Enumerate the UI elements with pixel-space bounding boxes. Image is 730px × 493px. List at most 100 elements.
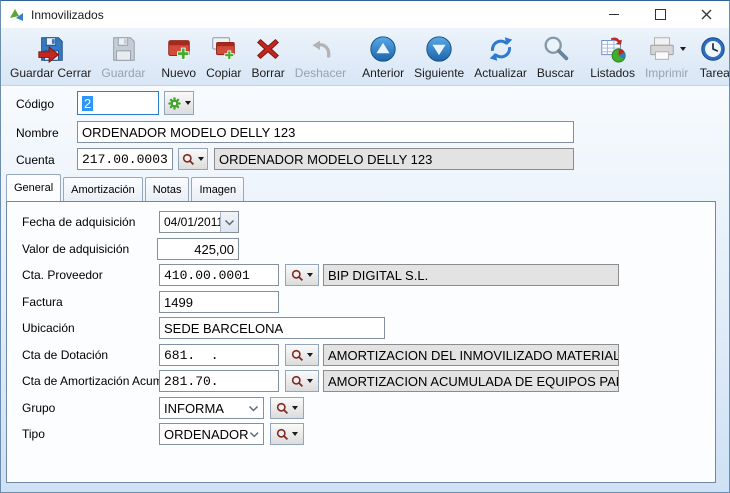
clock-icon [698,34,728,64]
dotacion-description: AMORTIZACION DEL INMOVILIZADO MATERIAL [323,344,619,366]
tab-general[interactable]: General [6,174,61,201]
close-button[interactable] [683,1,729,28]
tab-imagen[interactable]: Imagen [191,177,244,201]
general-tab-panel: Fecha de adquisición 04/01/2011 Valor de… [6,201,716,483]
chevron-down-icon [248,405,259,412]
factura-input[interactable]: 1499 [159,291,279,313]
dotacion-input[interactable]: 681. . [159,344,279,366]
maximize-button[interactable] [637,1,683,28]
amortizacion-lookup-button[interactable] [285,370,319,392]
next-button[interactable]: Siguiente [409,30,469,85]
magnifier-icon [291,269,304,282]
gear-icon [167,96,182,111]
proveedor-lookup-caret-icon [307,273,313,277]
tipo-lookup-caret-icon [292,432,298,436]
undo-icon [305,34,335,64]
reports-button[interactable]: Listados [585,30,640,85]
dotacion-label: Cta de Dotación [22,348,108,362]
toolbar-label: Actualizar [474,66,527,80]
refresh-icon [486,34,516,64]
ubicacion-input[interactable]: SEDE BARCELONA [159,317,385,339]
tipo-lookup-button[interactable] [270,423,304,445]
valor-input[interactable]: 425,00 [157,238,239,260]
search-button[interactable]: Buscar [532,30,579,85]
refresh-button[interactable]: Actualizar [469,30,532,85]
tasks-button[interactable]: Tareas [693,30,730,85]
toolbar-label: Listados [590,66,635,80]
codigo-input[interactable]: 2 [77,91,159,115]
tab-amortizacion[interactable]: Amortización [63,177,143,201]
undo-button[interactable]: Deshacer [290,30,351,85]
fecha-dropdown-button[interactable] [220,212,238,232]
save-icon [108,34,138,64]
magnifier-icon [276,428,289,441]
toolbar-label: Guardar Cerrar [10,66,91,80]
print-button[interactable]: Imprimir [640,30,693,85]
toolbar-label: Borrar [251,66,284,80]
toolbar-label: Tareas [700,66,730,80]
amortizacion-input[interactable]: 281.70. [159,370,279,392]
grupo-label: Grupo [22,401,55,415]
dotacion-lookup-button[interactable] [285,344,319,366]
proveedor-input[interactable]: 410.00.0001 [159,264,279,286]
magnifier-icon [182,153,195,166]
save-close-button[interactable]: Guardar Cerrar [5,30,96,85]
tipo-label: Tipo [22,427,45,441]
window-controls [591,1,729,28]
delete-x-icon [253,34,283,64]
amortizacion-label: Cta de Amortización Acum. [22,374,166,388]
delete-button[interactable]: Borrar [246,30,289,85]
toolbar-label: Nuevo [161,66,196,80]
main-toolbar: Guardar Cerrar Guardar Nuevo [1,28,729,86]
cuenta-description: ORDENADOR MODELO DELLY 123 [214,148,574,170]
tipo-value: ORDENADOR [164,427,249,442]
minimize-icon [609,14,619,15]
next-icon [424,34,454,64]
cuenta-lookup-button[interactable] [178,148,208,170]
grupo-combobox[interactable]: INFORMA [159,397,264,419]
grupo-lookup-button[interactable] [270,397,304,419]
chevron-down-icon [249,431,259,438]
valor-label: Valor de adquisición [22,242,129,256]
nombre-label: Nombre [16,126,59,140]
save-button[interactable]: Guardar [96,30,150,85]
grupo-value: INFORMA [164,401,224,416]
print-dropdown-caret-icon[interactable] [680,47,686,51]
minimize-button[interactable] [591,1,637,28]
copy-button[interactable]: Copiar [201,30,246,85]
content-area: Código 2 Nombre ORDENADOR MODELO DELLY 1… [1,86,729,492]
cuenta-label: Cuenta [16,153,55,167]
factura-label: Factura [22,295,63,309]
dotacion-lookup-caret-icon [307,353,313,357]
title-bar: Inmovilizados [1,1,729,28]
amortizacion-description: AMORTIZACION ACUMULADA DE EQUIPOS PARA P… [323,370,619,392]
previous-button[interactable]: Anterior [357,30,409,85]
cuenta-lookup-caret-icon [198,157,204,161]
app-window: Inmovilizados Guardar Cerrar [0,0,730,493]
reports-icon [598,34,628,64]
tab-notas[interactable]: Notas [145,177,190,201]
fecha-input[interactable]: 04/01/2011 [159,211,239,233]
amortizacion-lookup-caret-icon [307,379,313,383]
magnifier-icon [276,402,289,415]
tipo-combobox[interactable]: ORDENADOR [159,423,264,445]
app-logo-icon [9,7,25,23]
grupo-lookup-caret-icon [292,406,298,410]
save-close-icon [36,34,66,64]
fecha-label: Fecha de adquisición [22,215,135,229]
proveedor-description: BIP DIGITAL S.L. [323,264,619,286]
codigo-selected-text: 2 [82,96,93,111]
proveedor-lookup-button[interactable] [285,264,319,286]
codigo-label: Código [16,97,54,111]
new-card-icon [164,34,194,64]
gear-dropdown-caret-icon [185,101,191,105]
ubicacion-label: Ubicación [22,321,75,335]
nombre-input[interactable]: ORDENADOR MODELO DELLY 123 [77,121,574,143]
chevron-down-icon [224,219,235,226]
codigo-options-button[interactable] [164,91,194,115]
cuenta-input[interactable]: 217.00.0003 [77,148,173,170]
new-button[interactable]: Nuevo [156,30,201,85]
toolbar-label: Siguiente [414,66,464,80]
search-icon [541,34,571,64]
printer-icon [647,34,677,64]
